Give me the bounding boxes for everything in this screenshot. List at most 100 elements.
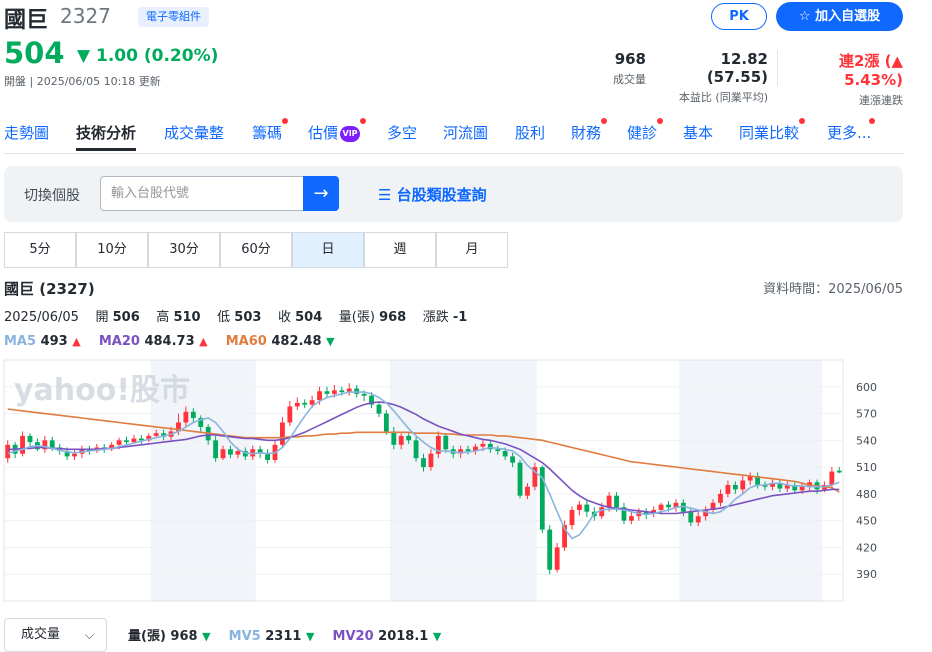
candle-body	[443, 435, 449, 450]
candle-body	[614, 495, 619, 508]
tab-label: 走勢圖	[4, 124, 50, 142]
high-value: 510	[173, 310, 201, 325]
stock-code-input[interactable]	[100, 176, 304, 211]
tab-technical[interactable]: 技術分析	[76, 122, 137, 151]
tab-more[interactable]: 更多...	[827, 118, 876, 143]
down-triangle-icon: ▼	[202, 630, 211, 643]
search-go-button[interactable]: →	[303, 176, 339, 211]
candle-body	[5, 444, 11, 459]
open-value: 506	[112, 310, 140, 325]
candle-body	[658, 504, 664, 510]
y-tick-label: 480	[856, 488, 877, 501]
candle-body	[606, 495, 612, 508]
tab-label: 河流圖	[443, 124, 489, 142]
period-10min[interactable]: 10分	[76, 232, 148, 268]
pk-button[interactable]: PK	[711, 3, 767, 30]
close-value: 504	[295, 310, 323, 325]
period-30min[interactable]: 30分	[148, 232, 220, 268]
candle-body	[413, 440, 419, 459]
tab-financial[interactable]: 財務	[571, 118, 608, 143]
candle-body	[599, 507, 605, 517]
down-triangle-icon: ▼	[305, 630, 315, 643]
tab-label: 同業比較	[739, 124, 800, 142]
candle-body	[183, 411, 189, 423]
tab-basic[interactable]: 基本	[683, 122, 713, 143]
candle-body	[569, 509, 575, 526]
period-month[interactable]: 月	[436, 232, 508, 268]
period-day[interactable]: 日	[292, 232, 364, 268]
up-triangle-icon: ▲	[199, 335, 208, 348]
candle-body	[361, 393, 367, 396]
tab-label: 更多...	[827, 124, 872, 142]
candle-body	[331, 390, 337, 394]
category-query-link[interactable]: ☰ 台股類股查詢	[378, 184, 487, 205]
ma5-value: 493	[40, 334, 68, 349]
candle-body	[406, 435, 412, 441]
candle-body	[280, 422, 285, 445]
stat-streak: 連2漲 (▲ 5.43%) 連漲連跌	[782, 50, 903, 108]
period-5min[interactable]: 5分	[4, 232, 76, 268]
ma-row: MA5 493 ▲ MA20 484.73 ▲ MA60 482.48 ▼	[4, 334, 335, 349]
ma60-value: 482.48	[271, 334, 322, 349]
tab-river[interactable]: 河流圖	[443, 122, 488, 143]
candle-body	[20, 435, 25, 454]
candle-body	[287, 406, 293, 423]
candle-body	[554, 547, 560, 570]
candle-body	[421, 458, 426, 468]
tab-valuation[interactable]: 估價 VIP	[308, 118, 367, 143]
candle-body	[302, 402, 308, 405]
stat-value: 12.82 (57.55)	[706, 50, 768, 86]
open-label: 開	[95, 310, 109, 325]
period-week[interactable]: 週	[364, 232, 436, 268]
candlestick-chart[interactable]: yahoo!股市 600 570 540 510 480 450 420 390	[0, 358, 890, 606]
main-tabs: 走勢圖 技術分析 成交彙整 籌碼 估價 VIP 多空 河流圖 股利 財務 健診 基…	[4, 118, 904, 154]
candle-body	[116, 440, 122, 445]
notification-dot	[869, 118, 876, 124]
tab-dividend[interactable]: 股利	[515, 122, 545, 143]
candle-body	[732, 484, 738, 490]
candle-body	[294, 402, 300, 407]
market-time: 開盤 | 2025/06/05 10:18 更新	[4, 75, 161, 88]
candle-body	[220, 449, 226, 459]
add-watchlist-button[interactable]: ☆ 加入自選股	[776, 2, 903, 31]
tab-label: 財務	[571, 124, 602, 142]
stat-value: 連2漲 (▲ 5.43%)	[838, 52, 903, 89]
chevron-down-icon: ⌵	[84, 628, 94, 642]
volume-row: 量(張) 968 ▼ MV5 2311 ▼ MV20 2018.1 ▼	[128, 625, 441, 644]
indicator-select[interactable]: 成交量 ⌵	[4, 618, 107, 652]
candle-body	[383, 413, 389, 432]
candle-body	[510, 456, 516, 463]
candle-body	[465, 449, 471, 452]
candle-body	[324, 391, 330, 394]
tab-peer[interactable]: 同業比較	[739, 118, 806, 143]
stat-label: 連漲連跌	[859, 94, 903, 107]
candle-body	[317, 391, 322, 401]
tab-longshort[interactable]: 多空	[387, 122, 417, 143]
candle-body	[718, 493, 723, 503]
period-60min[interactable]: 60分	[220, 232, 292, 268]
tab-label: 股利	[515, 124, 546, 142]
tab-chips[interactable]: 籌碼	[252, 118, 289, 143]
tab-health[interactable]: 健診	[627, 118, 664, 143]
y-tick-label: 390	[856, 568, 877, 581]
ohlc-date: 2025/06/05	[4, 310, 79, 325]
candle-body	[131, 438, 137, 443]
ma20-value: 484.73	[144, 334, 195, 349]
notification-dot	[360, 118, 367, 124]
candle-body	[480, 443, 486, 447]
change-value: -1	[452, 310, 468, 325]
tab-trades[interactable]: 成交彙整	[164, 122, 224, 143]
candle-body	[398, 435, 404, 445]
tab-trend[interactable]: 走勢圖	[4, 122, 49, 143]
ohlc-row: 2025/06/05 開 506 高 510 低 503 收 504 量(張) …	[4, 306, 467, 325]
volume-value: 968	[379, 310, 407, 325]
notification-dot	[282, 118, 289, 124]
stat-label: 成交量	[613, 73, 646, 86]
stat-label: 本益比 (同業平均)	[678, 91, 768, 104]
candle-body	[376, 404, 382, 414]
sector-badge[interactable]: 電子零組件	[138, 7, 209, 27]
stat-volume: 968 成交量	[590, 50, 646, 87]
low-label: 低	[217, 310, 231, 325]
ma20-label: MA20	[98, 334, 140, 349]
candle-body	[517, 462, 523, 496]
